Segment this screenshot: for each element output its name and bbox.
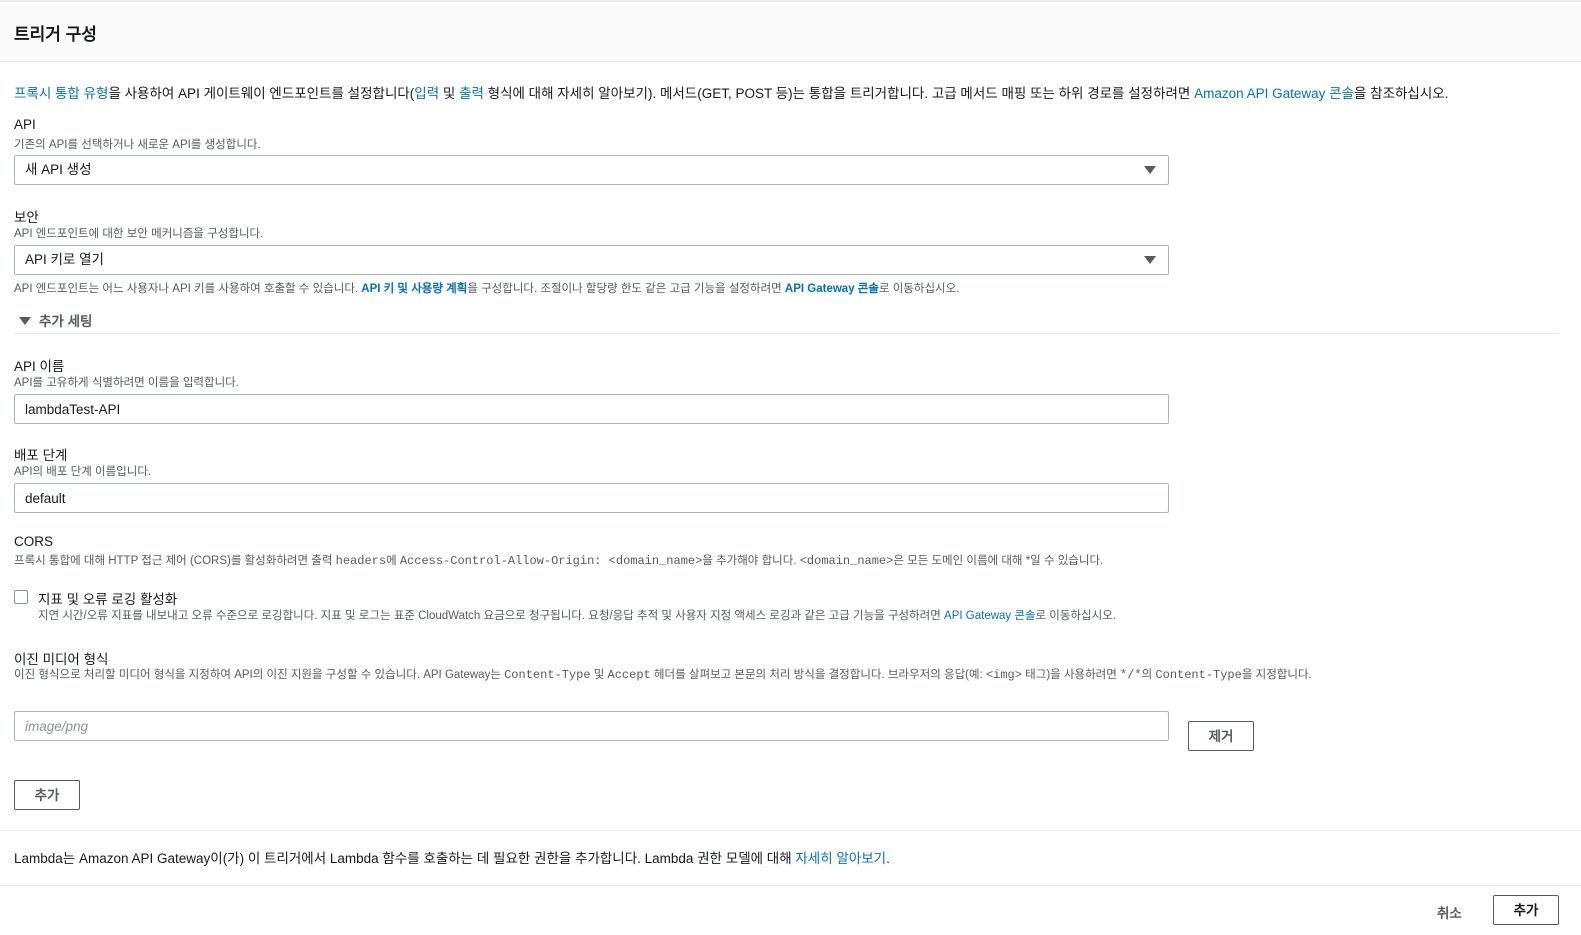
learn-more-link[interactable]: 자세히 알아보기 [795,851,886,866]
add-trigger-button[interactable]: 추가 [1493,895,1559,925]
api-gateway-console-link[interactable]: API Gateway 콘솔 [944,610,1035,622]
binary-media-description: 이진 형식으로 처리할 미디어 형식을 지정하여 API의 이진 지원을 구성할… [14,668,1312,682]
additional-settings-toggle[interactable]: 추가 세팅 [19,310,92,330]
caret-down-icon [1144,256,1156,264]
permission-note: Lambda는 Amazon API Gateway이(가) 이 트리거에서 L… [14,851,890,866]
remove-button[interactable]: 제거 [1188,721,1254,751]
deployment-stage-input[interactable] [14,483,1169,513]
security-label: 보안 [14,210,39,225]
security-help-text: API 엔드포인트는 어느 사용자나 API 키를 사용하여 호출할 수 있습니… [14,283,960,295]
panel-title: 트리거 구성 [14,25,97,44]
intro-text: 프록시 통합 유형을 사용하여 API 게이트웨이 엔드포인트를 설정합니다(입… [14,86,1449,101]
triangle-down-icon [19,316,31,325]
api-name-description: API를 고유하게 식별하려면 이름을 입력합니다. [14,377,239,389]
section-divider [14,333,1558,334]
actions-divider [0,885,1581,886]
proxy-integration-link[interactable]: 프록시 통합 유형 [14,86,108,101]
logging-description: 지연 시간/오류 지표를 내보내고 오류 수준으로 로깅합니다. 지표 및 로그… [38,610,1116,622]
security-select-value: API 키로 열기 [25,252,104,267]
input-format-link[interactable]: 입력 [414,86,439,101]
deployment-stage-label: 배포 단계 [14,448,68,463]
api-gateway-console-link[interactable]: API Gateway 콘솔 [785,283,879,295]
api-description: 기존의 API를 선택하거나 새로운 API를 생성합니다. [14,139,261,151]
cors-label: CORS [14,534,54,549]
logging-label[interactable]: 지표 및 오류 로깅 활성화 [38,588,177,608]
add-media-type-button[interactable]: 추가 [14,780,80,810]
api-gateway-console-link[interactable]: Amazon API Gateway 콘솔 [1194,86,1354,101]
additional-settings-label: 추가 세팅 [39,314,93,329]
cancel-button[interactable]: 취소 [1437,902,1462,922]
security-select[interactable]: API 키로 열기 [14,245,1169,275]
binary-media-type-input[interactable] [14,711,1169,741]
api-name-label: API 이름 [14,359,65,374]
api-select-value: 새 API 생성 [25,162,92,177]
deployment-stage-description: API의 배포 단계 이름입니다. [14,466,152,478]
api-keys-usage-plans-link[interactable]: API 키 및 사용량 계획 [361,283,467,295]
api-label: API [14,117,36,132]
cors-description: 프록시 통합에 대해 HTTP 접근 제어 (CORS)를 활성화하려면 출력 … [14,554,1104,568]
logging-checkbox[interactable] [14,590,28,604]
panel-header: 트리거 구성 [0,2,1581,62]
api-select[interactable]: 새 API 생성 [14,155,1169,185]
footer-divider [0,830,1581,831]
caret-down-icon [1144,166,1156,174]
api-name-input[interactable] [14,394,1169,424]
security-description: API 엔드포인트에 대한 보안 메커니즘을 구성합니다. [14,228,264,240]
binary-media-label: 이진 미디어 형식 [14,652,109,667]
output-format-link[interactable]: 출력 [459,86,484,101]
